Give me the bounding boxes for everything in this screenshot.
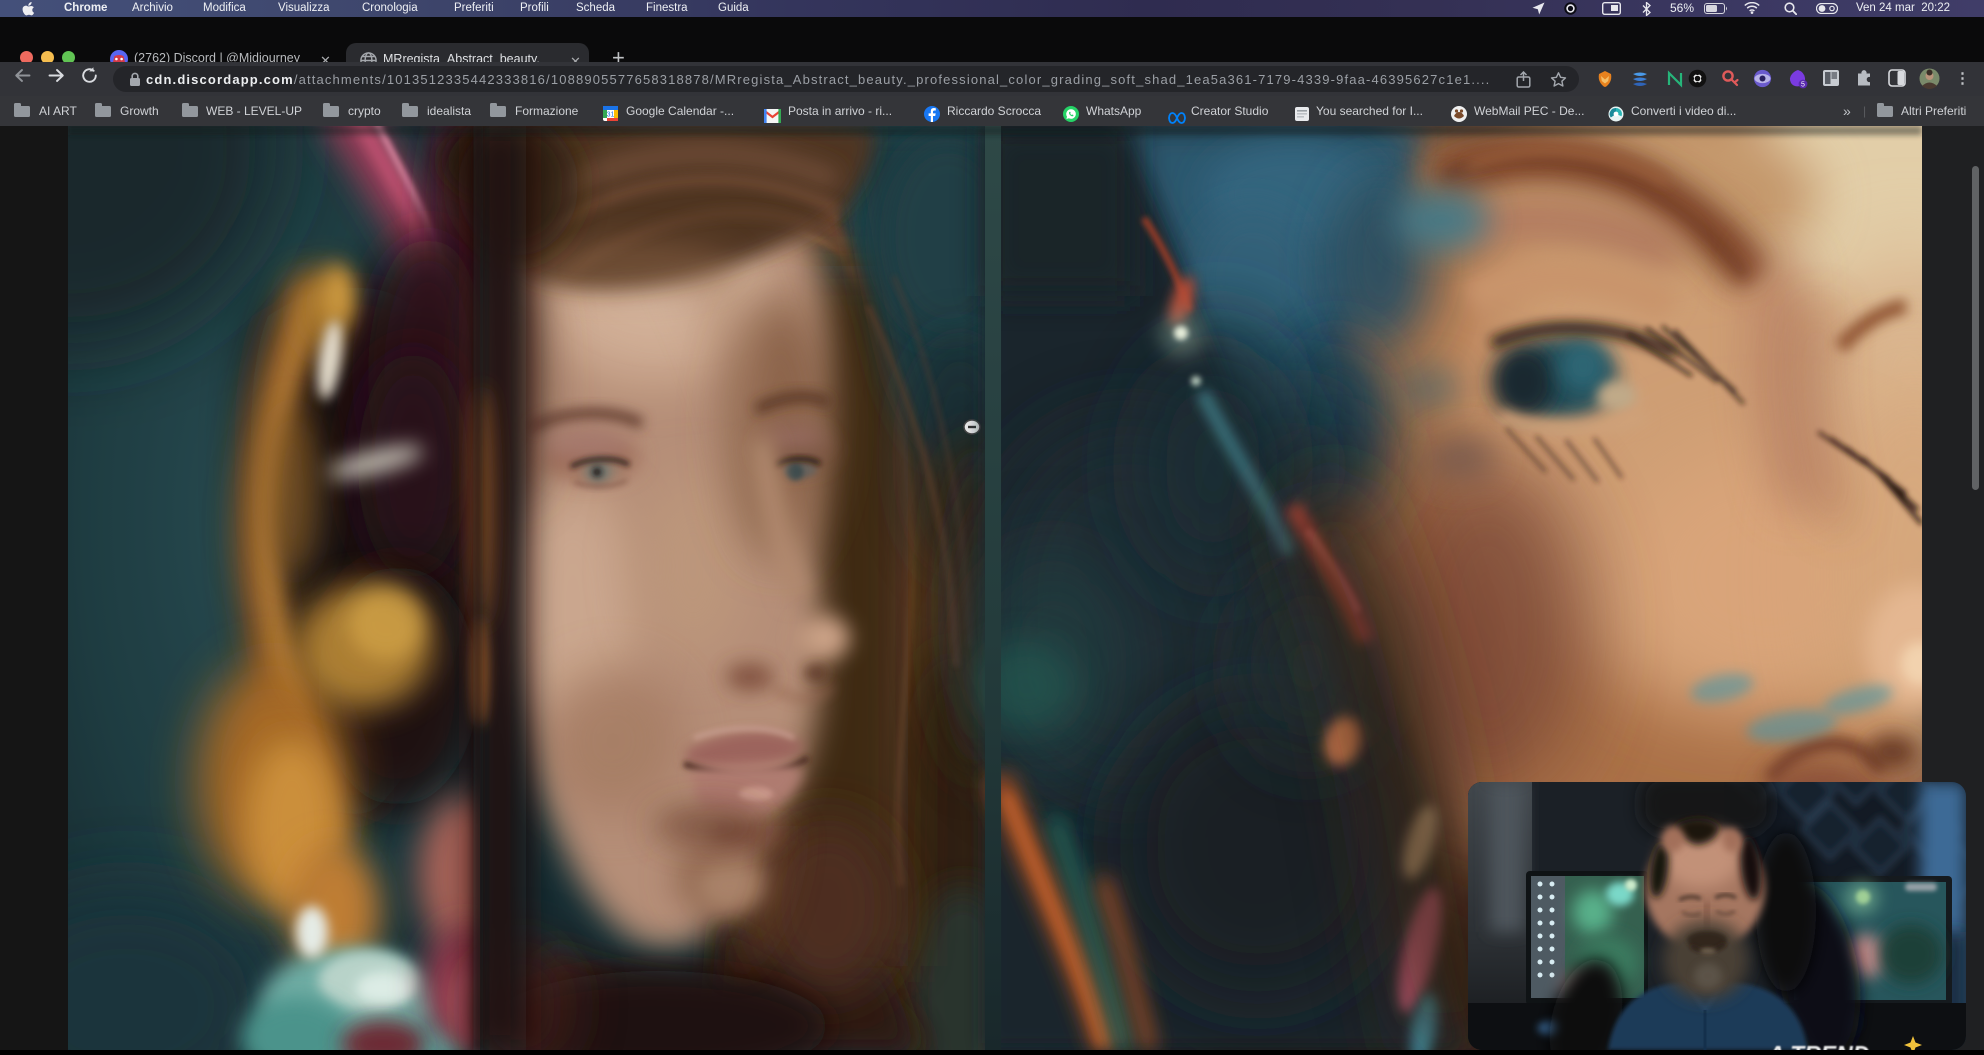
svg-text:5: 5 <box>1801 82 1805 89</box>
svg-text:31: 31 <box>607 112 615 119</box>
svg-text:A TREND: A TREND <box>1767 1041 1869 1050</box>
